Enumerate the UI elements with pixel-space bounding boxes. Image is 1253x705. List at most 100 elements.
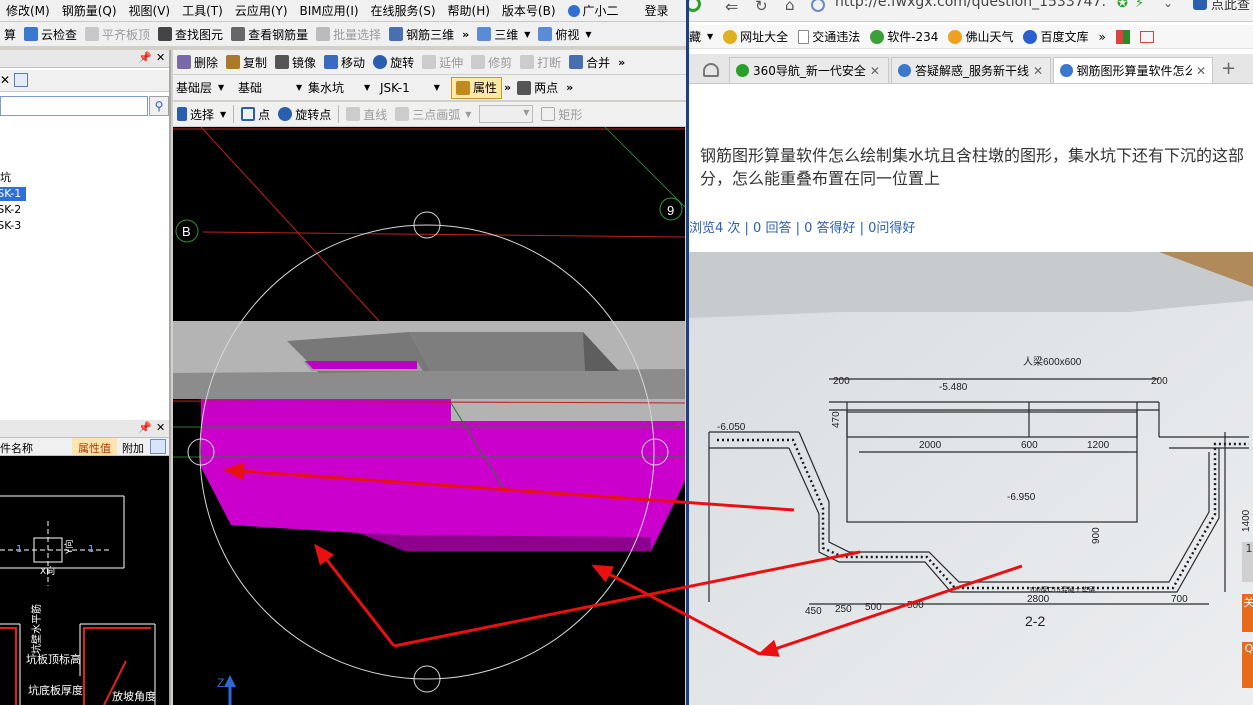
menu-online[interactable]: 在线服务(S)	[365, 0, 442, 21]
security-icon[interactable]: ✪	[1117, 0, 1128, 11]
flush-slab-top-button[interactable]: 平齐板顶	[81, 23, 154, 45]
mirror-button[interactable]: 镜像	[271, 51, 320, 73]
arc-param-dropdown[interactable]: ▼	[479, 105, 534, 123]
cursor-icon	[177, 107, 187, 121]
property-panel: 📌 ✕ 件名称 属性值 附加 1 Y向 1 X向 坑壁水平筋 坑板顶标高 坑底板…	[0, 420, 171, 705]
point-icon	[241, 107, 256, 121]
copy-component-icon[interactable]	[14, 73, 28, 87]
copy-button[interactable]: 复制	[222, 51, 271, 73]
extend-button[interactable]: 延伸	[418, 51, 467, 73]
break-icon	[520, 55, 535, 69]
menu-cloud[interactable]: 云应用(Y)	[229, 0, 294, 21]
tab-qa[interactable]: 答疑解惑_服务新干线 ✕	[891, 57, 1051, 83]
view-rebar-qty-button[interactable]: 查看钢筋量	[227, 23, 312, 45]
bookmark-traffic[interactable]: 交通违法	[798, 28, 860, 45]
properties-button[interactable]: 属性	[451, 76, 503, 99]
menu-rebar-qty[interactable]: 钢筋量(Q)	[56, 0, 123, 21]
calc-button[interactable]: 算	[0, 23, 20, 45]
url-input[interactable]: http://e.fwxgx.com/question_1533747.htm	[835, 0, 1107, 10]
prop-scroll-button[interactable]	[150, 439, 166, 454]
find-element-button[interactable]: 查找图元	[154, 23, 227, 45]
question-drawing-photo[interactable]: 人梁600x600 -5.480 -6.050 -6.950 2000 600 …	[689, 252, 1253, 705]
delete-component-icon[interactable]: ✕	[0, 73, 10, 87]
quick-search-label[interactable]: 点此查	[1211, 0, 1250, 13]
menu-assistant[interactable]: 广小二	[562, 0, 625, 21]
refresh-icon[interactable]: ↻	[755, 0, 768, 15]
3d-viewport[interactable]: B 9 Z	[173, 127, 685, 705]
menu-view[interactable]: 视图(V)	[123, 0, 177, 21]
tree-item-pit[interactable]: 坑	[0, 171, 11, 185]
tab-close-icon[interactable]: ✕	[1196, 64, 1206, 78]
apps-grid-icon[interactable]	[1115, 29, 1130, 44]
toolbar3-more-a[interactable]: »	[502, 81, 513, 94]
line-button[interactable]: 直线	[342, 103, 391, 125]
bookmarks-more[interactable]: »	[1098, 30, 1105, 44]
select-dropdown[interactable]: 选择 ▼	[173, 103, 230, 125]
menu-bim[interactable]: BIM应用(I)	[294, 0, 365, 21]
bookmark-baidu-wenku[interactable]: 百度文库	[1023, 28, 1088, 45]
side-float-button-2[interactable]: 关	[1242, 594, 1253, 632]
prop-col-value[interactable]: 属性值	[72, 438, 117, 455]
arc3-button[interactable]: 三点画弧 ▼	[391, 103, 475, 125]
adobe-icon[interactable]	[1139, 30, 1154, 43]
tree-item-jsk1[interactable]: JSK-1	[0, 187, 26, 201]
drawing-label-500a: 500	[865, 602, 882, 613]
tab-close-icon[interactable]: ✕	[870, 64, 880, 78]
delete-button[interactable]: 删除	[173, 51, 222, 73]
tab-rebar-question[interactable]: 钢筋图形算量软件怎么 ✕	[1053, 57, 1213, 83]
menu-help[interactable]: 帮助(H)	[442, 0, 496, 21]
new-tab-button[interactable]: +	[1221, 58, 1236, 79]
category-dropdown[interactable]: 基础 ▼	[235, 78, 305, 98]
menu-modify[interactable]: 修改(M)	[0, 0, 56, 21]
close-icon[interactable]: ✕	[156, 421, 165, 434]
axis-z-label: Z	[217, 676, 224, 690]
lightning-icon[interactable]: ⚡	[1135, 0, 1144, 11]
tree-item-jsk2[interactable]: JSK-2	[0, 203, 21, 217]
tree-item-jsk3[interactable]: JSK-3	[0, 219, 21, 233]
paw-icon[interactable]	[1193, 0, 1207, 10]
back-icon[interactable]: ⇐	[725, 0, 738, 16]
bookmark-software[interactable]: 软件-234	[870, 28, 938, 45]
move-button[interactable]: 移动	[320, 51, 369, 73]
rotate-point-button[interactable]: 旋转点	[274, 103, 335, 125]
view-3d-dropdown[interactable]: 三维 ▼	[473, 23, 534, 45]
url-dropdown-icon[interactable]: ⌄	[1163, 0, 1173, 10]
tab-360-nav[interactable]: 360导航_新一代安全 ✕	[729, 57, 889, 83]
two-point-button[interactable]: 两点	[513, 77, 562, 99]
toolbar1-more[interactable]: »	[458, 28, 473, 41]
rebar-3d-button[interactable]: 钢筋三维	[385, 23, 458, 45]
merge-button[interactable]: 合并	[565, 51, 614, 73]
point-button[interactable]: 点	[237, 103, 274, 125]
menu-version[interactable]: 版本号(B)	[496, 0, 562, 21]
component-search-input[interactable]	[0, 96, 148, 116]
menu-tools[interactable]: 工具(T)	[176, 0, 229, 21]
rotate-button[interactable]: 旋转	[369, 51, 418, 73]
rect-button[interactable]: 矩形	[537, 103, 586, 125]
tab-close-icon[interactable]: ✕	[1033, 64, 1043, 78]
toolbar3-more[interactable]: »	[562, 81, 577, 94]
pin-icon[interactable]: 📌	[138, 51, 152, 64]
cloud-check-button[interactable]: 云检查	[20, 23, 81, 45]
tab-home-icon[interactable]	[703, 63, 719, 77]
type-dropdown[interactable]: 集水坑 ▼	[305, 78, 377, 98]
pin-icon[interactable]: 📌	[138, 421, 152, 434]
home-icon[interactable]: ⌂	[785, 0, 795, 14]
close-icon[interactable]: ✕	[156, 51, 165, 64]
side-float-button-1[interactable]: 1	[1242, 542, 1253, 582]
break-button[interactable]: 打断	[516, 51, 565, 73]
side-float-button-3[interactable]: Q	[1242, 642, 1253, 688]
bookmark-weather[interactable]: 佛山天气	[948, 28, 1013, 45]
toolbar2-more[interactable]: »	[614, 56, 629, 69]
drawing-label-cushion: 100厚C15混凝土垫层	[1029, 585, 1096, 594]
drawing-label-1400: 1400	[1241, 509, 1252, 532]
bookmark-favorites[interactable]: 藏 ▼	[689, 28, 713, 45]
layer-dropdown[interactable]: 基础层 ▼	[173, 78, 235, 98]
menu-login[interactable]: 登录	[639, 0, 675, 21]
view-direction-dropdown[interactable]: 俯视 ▼	[534, 23, 595, 45]
element-dropdown[interactable]: JSK-1 ▼	[377, 78, 451, 98]
bookmark-url-directory[interactable]: 网址大全	[723, 28, 788, 45]
site-info-icon[interactable]	[811, 0, 825, 12]
batch-select-button[interactable]: 批量选择	[312, 23, 385, 45]
search-icon[interactable]: ⚲	[149, 96, 169, 116]
trim-button[interactable]: 修剪	[467, 51, 516, 73]
